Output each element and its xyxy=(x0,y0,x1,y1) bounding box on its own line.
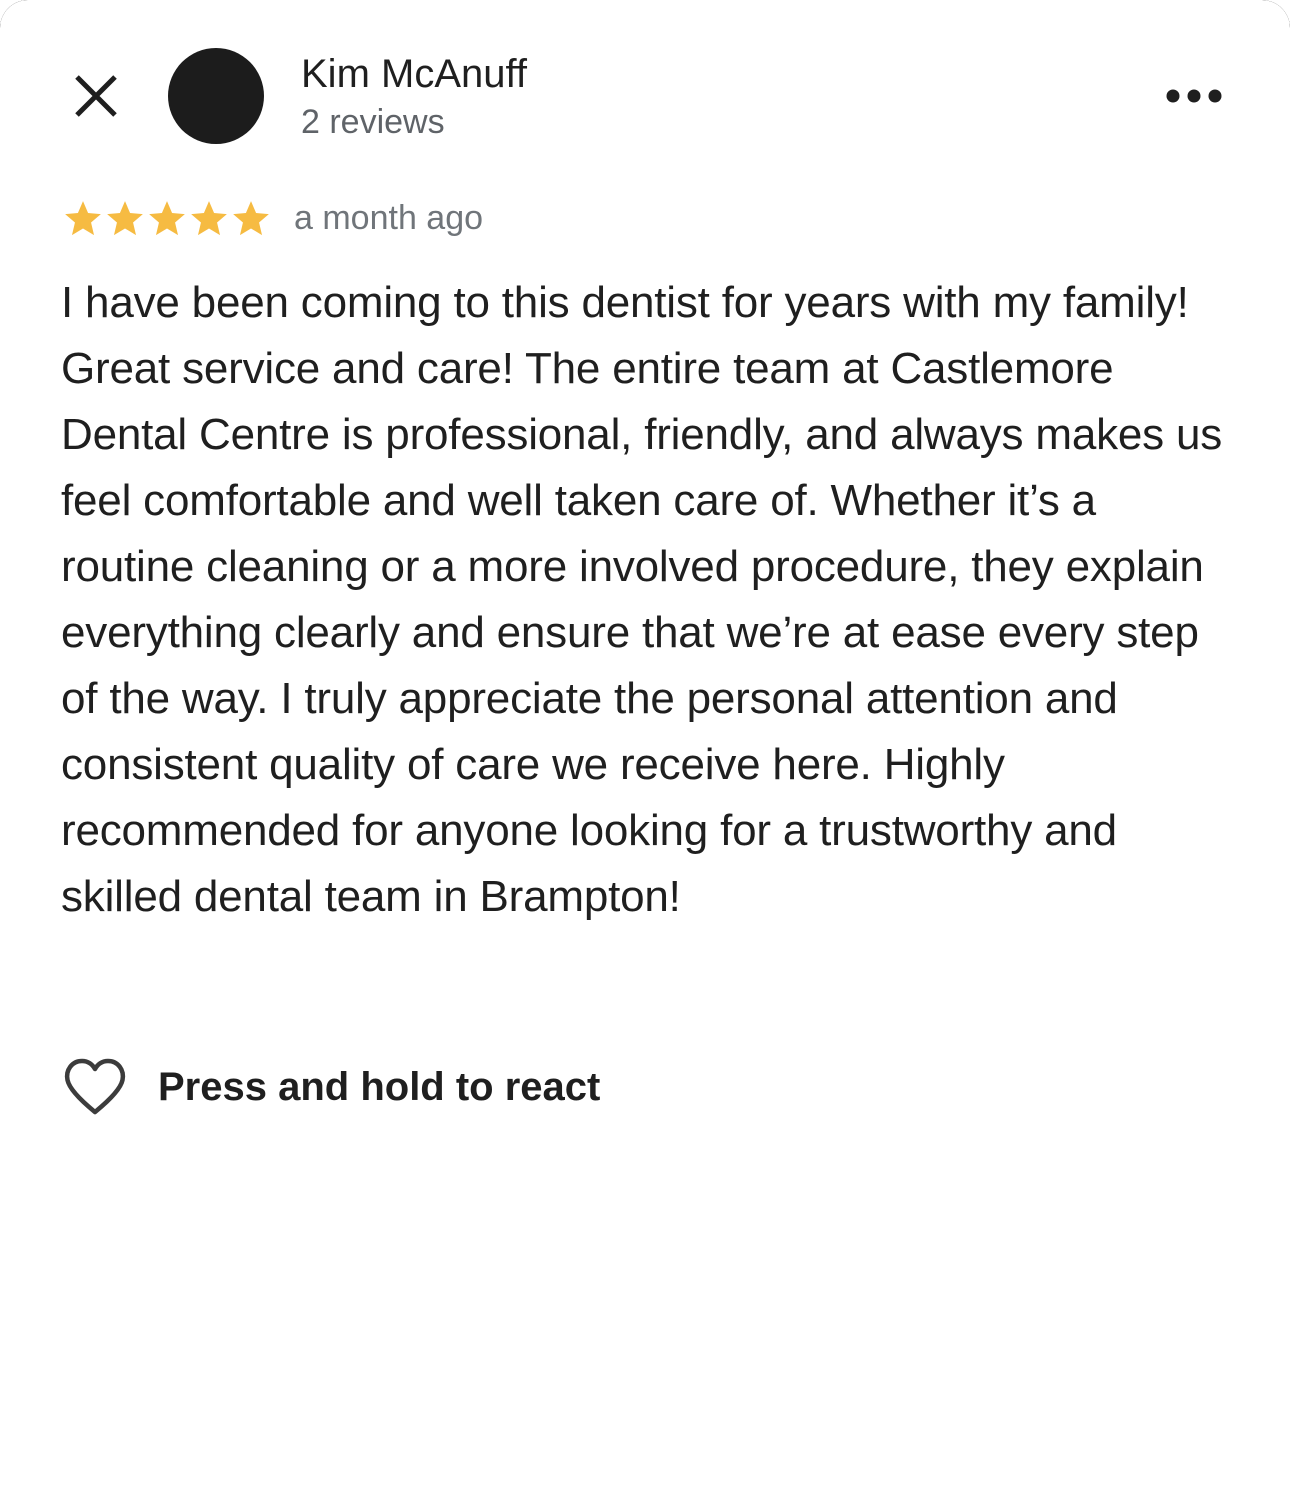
review-card: Kim McAnuff 2 reviews a month ago I have… xyxy=(0,0,1290,1510)
star-icon xyxy=(107,201,143,236)
close-icon xyxy=(75,75,117,117)
close-button[interactable] xyxy=(66,66,126,126)
stars-container xyxy=(62,198,272,240)
review-text: I have been coming to this dentist for y… xyxy=(61,278,1223,921)
star-icon xyxy=(233,201,269,236)
react-button[interactable]: Press and hold to react xyxy=(62,1054,600,1120)
star-icon xyxy=(65,201,101,236)
author-name[interactable]: Kim McAnuff xyxy=(301,50,527,98)
author-review-count: 2 reviews xyxy=(301,103,445,141)
avatar[interactable] xyxy=(168,48,264,144)
star-icon xyxy=(191,201,227,236)
star-icon xyxy=(149,201,185,236)
star-rating xyxy=(62,196,272,242)
review-date: a month ago xyxy=(294,199,484,237)
heart-icon xyxy=(64,1058,126,1115)
more-options-button[interactable] xyxy=(1160,72,1228,120)
react-label: Press and hold to react xyxy=(158,1065,601,1109)
more-horizontal-icon xyxy=(1166,89,1222,103)
review-sheet: Kim McAnuff 2 reviews a month ago I have… xyxy=(0,0,1290,1510)
